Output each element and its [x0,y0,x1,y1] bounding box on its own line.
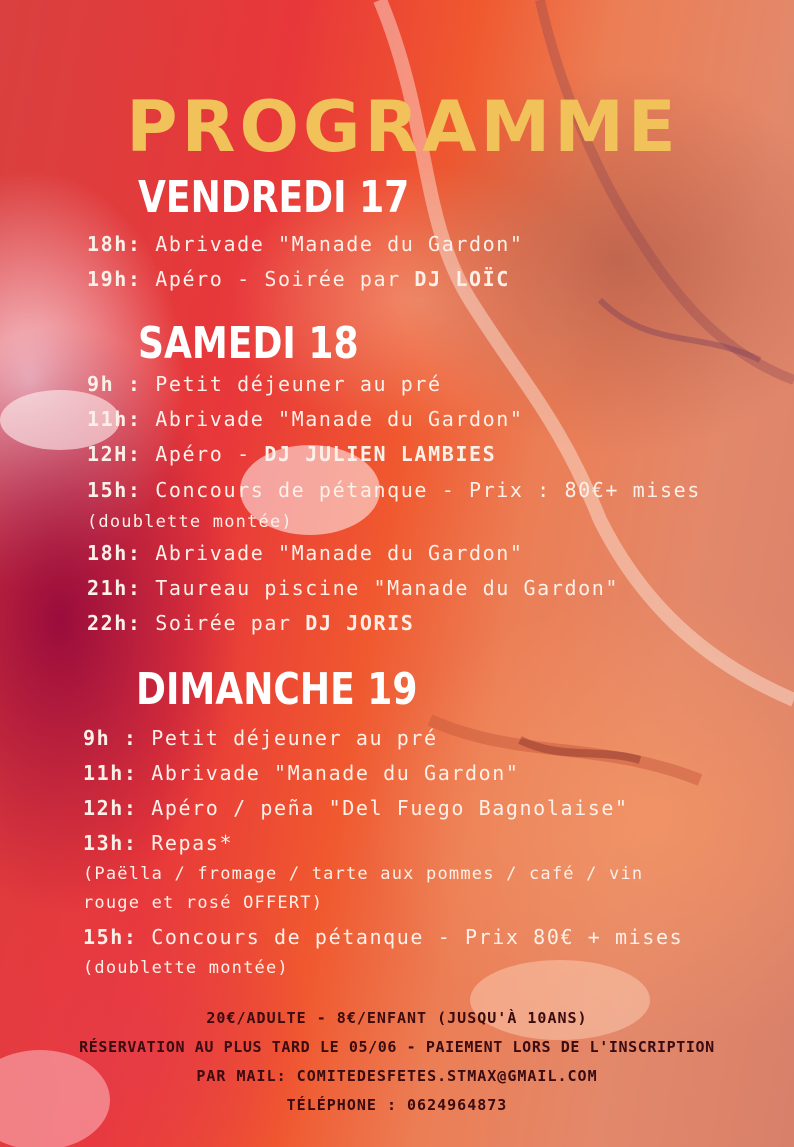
item-time: 15h: [83,925,138,949]
item-text: Concours de pétanque - Prix : 80€+ mises [155,478,701,502]
item-dj: DJ JORIS [305,611,415,635]
item-time: 12H: [87,442,142,466]
day-heading-dimanche: DIMANCHE 19 [136,664,418,715]
item-dj: DJ LOÏC [414,267,510,291]
price-info: 20€/ADULTE - 8€/ENFANT (JUSQU'À 10ANS) [206,1009,588,1027]
repas-note: rouge et rosé OFFERT) [83,893,324,913]
schedule-item: 19h: Apéro - Soirée par DJ LOÏC [87,267,510,291]
item-time: 18h: [87,232,142,256]
item-time: 11h: [87,407,142,431]
item-time: 12h: [83,796,138,820]
schedule-item: 12H: Apéro - DJ JULIEN LAMBIES [87,442,496,466]
item-time: 9h : [83,726,138,750]
repas-note: (Paëlla / fromage / tarte aux pommes / c… [83,864,644,884]
item-time: 15h: [87,478,142,502]
item-text: Abrivade "Manade du Gardon" [155,541,524,565]
schedule-item: 9h : Petit déjeuner au pré [87,372,442,396]
schedule-item: 22h: Soirée par DJ JORIS [87,611,414,635]
schedule-item: 15h: Concours de pétanque - Prix : 80€+ … [87,478,701,502]
item-text: Abrivade "Manade du Gardon" [155,407,524,431]
schedule-item: 11h: Abrivade "Manade du Gardon" [83,761,520,785]
item-time: 22h: [87,611,142,635]
schedule-item: 11h: Abrivade "Manade du Gardon" [87,407,524,431]
item-time: 21h: [87,576,142,600]
item-text: Apéro - [155,442,265,466]
schedule-item: 9h : Petit déjeuner au pré [83,726,438,750]
item-text: Petit déjeuner au pré [155,372,442,396]
event-poster: PROGRAMME VENDREDI 17 18h: Abrivade "Man… [0,0,794,1147]
item-note: (doublette montée) [83,958,289,978]
item-text: Repas* [151,831,234,855]
item-text: Apéro - Soirée par [155,267,415,291]
item-time: 11h: [83,761,138,785]
mail-info: PAR MAIL: COMITEDESFETES.STMAX@GMAIL.COM [196,1067,598,1085]
item-time: 19h: [87,267,142,291]
item-text: Apéro / peña "Del Fuego Bagnolaise" [151,796,629,820]
item-time: 18h: [87,541,142,565]
item-text: Abrivade "Manade du Gardon" [155,232,524,256]
schedule-item: 21h: Taureau piscine "Manade du Gardon" [87,576,619,600]
schedule-item: 12h: Apéro / peña "Del Fuego Bagnolaise" [83,796,629,820]
schedule-item: 18h: Abrivade "Manade du Gardon" [87,232,524,256]
reservation-info: RÉSERVATION AU PLUS TARD LE 05/06 - PAIE… [79,1038,715,1056]
day-heading-samedi: SAMEDI 18 [138,318,359,369]
item-text: Petit déjeuner au pré [151,726,438,750]
day-heading-vendredi: VENDREDI 17 [138,172,410,223]
schedule-item: 18h: Abrivade "Manade du Gardon" [87,541,524,565]
item-text: Concours de pétanque - Prix 80€ + mises [151,925,684,949]
item-text: Taureau piscine "Manade du Gardon" [155,576,620,600]
item-time: 13h: [83,831,138,855]
poster-title: PROGRAMME [126,86,680,168]
item-note: (doublette montée) [87,512,293,532]
item-text: Abrivade "Manade du Gardon" [151,761,520,785]
schedule-item: 13h: Repas* [83,831,233,855]
schedule-item: 15h: Concours de pétanque - Prix 80€ + m… [83,925,683,949]
item-time: 9h : [87,372,142,396]
item-text: Soirée par [155,611,306,635]
phone-info: TÉLÉPHONE : 0624964873 [286,1096,508,1114]
item-dj: DJ JULIEN LAMBIES [264,442,497,466]
